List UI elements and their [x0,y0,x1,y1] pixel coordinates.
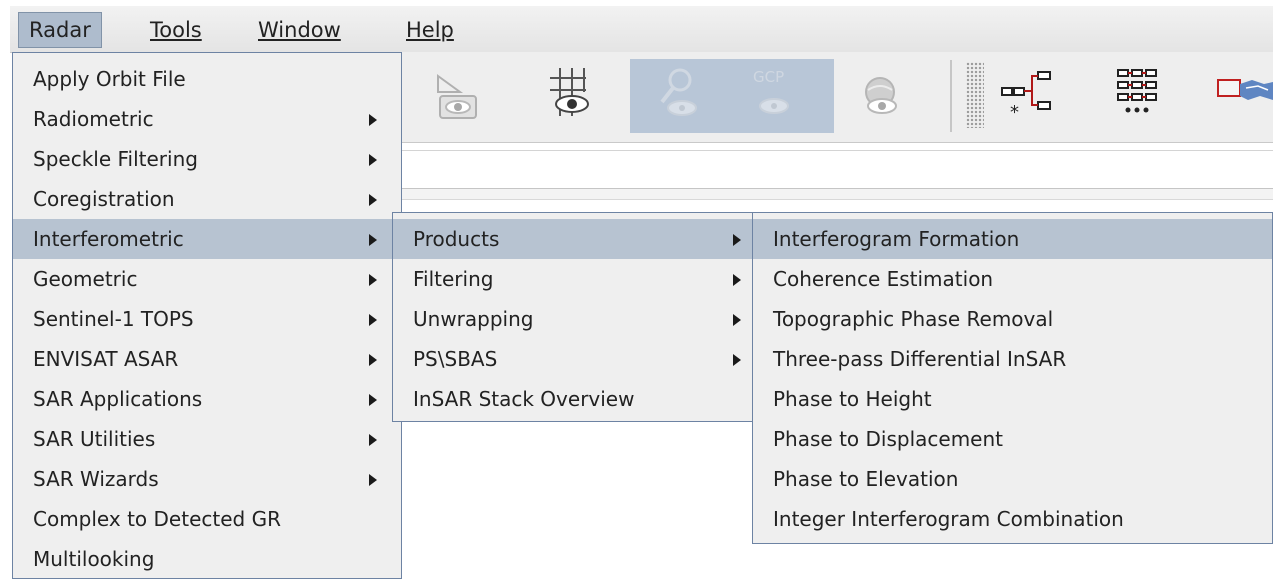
panel-divider [400,150,1273,151]
menu-bar: Radar Tools Window Help [10,6,1273,53]
menu-item-label: Phase to Elevation [773,467,959,491]
window-left-edge [0,0,10,581]
menu-item-multilooking[interactable]: Multilooking [13,539,401,579]
menu-item-label: SAR Utilities [33,427,156,451]
gcp-eye-icon[interactable]: GCP [740,62,804,126]
graticule-eye-icon[interactable] [538,62,602,126]
globe-eye-icon[interactable] [850,62,914,126]
menu-item-label: SAR Applications [33,387,203,411]
menu-item-sar-wizards[interactable]: SAR Wizards [13,459,401,499]
menu-item-label: Radiometric [33,107,154,131]
toolbar: GCP * [400,52,1273,143]
menu-item-label: Phase to Height [773,387,932,411]
submenu-arrow-icon [733,354,741,366]
menu-item-label: Coherence Estimation [773,267,994,291]
submenu-arrow-icon [733,314,741,326]
menu-help[interactable]: Help [396,12,464,48]
menu-item-sar-utilities[interactable]: SAR Utilities [13,419,401,459]
menu-item-label: Integer Interferogram Combination [773,507,1124,531]
menu-item-coregistration[interactable]: Coregistration [13,179,401,219]
menu-tools[interactable]: Tools [140,12,212,48]
menu-item-label: Complex to Detected GR [33,507,281,531]
menu-item-label: Filtering [413,267,494,291]
svg-text:*: * [1010,102,1019,123]
menu-item-phase-to-elevation[interactable]: Phase to Elevation [753,459,1272,499]
submenu-arrow-icon [369,154,377,166]
menu-item-speckle-filtering[interactable]: Speckle Filtering [13,139,401,179]
menu-item-label: Interferogram Formation [773,227,1020,251]
submenu-arrow-icon [369,394,377,406]
menu-item-label: Topographic Phase Removal [773,307,1054,331]
menu-item-label: Geometric [33,267,138,291]
menu-item-unwrapping[interactable]: Unwrapping [393,299,753,339]
menu-item-radiometric[interactable]: Radiometric [13,99,401,139]
menu-help-label: Help [406,18,454,42]
menu-item-label: Phase to Displacement [773,427,1003,451]
menu-item-label: PS\SBAS [413,347,498,371]
menu-item-interferogram-formation[interactable]: Interferogram Formation [753,219,1272,259]
toolbar-grip[interactable] [966,62,984,128]
menu-item-topographic-phase-removal[interactable]: Topographic Phase Removal [753,299,1272,339]
submenu-arrow-icon [369,354,377,366]
menu-item-label: Products [413,227,500,251]
submenu-arrow-icon [369,474,377,486]
menu-item-label: Speckle Filtering [33,147,198,171]
world-map-icon[interactable] [1212,62,1273,126]
menu-item-ps-sbas[interactable]: PS\SBAS [393,339,753,379]
menu-item-filtering[interactable]: Filtering [393,259,753,299]
panel-strip [400,188,1273,200]
submenu-arrow-icon [369,234,377,246]
menu-item-label: ENVISAT ASAR [33,347,179,371]
menu-item-label: Sentinel-1 TOPS [33,307,194,331]
gcp-icon-text: GCP [753,68,785,86]
batch-processing-icon[interactable] [1106,62,1170,126]
submenu-arrow-icon [369,434,377,446]
menu-item-label: Apply Orbit File [33,67,186,91]
interferometric-submenu: Products Filtering Unwrapping PS\SBAS In… [392,212,754,422]
menu-item-coherence-estimation[interactable]: Coherence Estimation [753,259,1272,299]
submenu-arrow-icon [369,114,377,126]
menu-radar-label: Radar [29,18,91,42]
submenu-arrow-icon [733,274,741,286]
magnifier-eye-icon[interactable] [646,62,710,126]
menu-item-sentinel-1-tops[interactable]: Sentinel-1 TOPS [13,299,401,339]
menu-item-envisat-asar[interactable]: ENVISAT ASAR [13,339,401,379]
menu-item-label: Coregistration [33,187,175,211]
menu-item-insar-stack-overview[interactable]: InSAR Stack Overview [393,379,753,419]
menu-window-label: Window [258,18,341,42]
menu-item-apply-orbit-file[interactable]: Apply Orbit File [13,59,401,99]
menu-item-three-pass-differential-insar[interactable]: Three-pass Differential InSAR [753,339,1272,379]
menu-item-geometric[interactable]: Geometric [13,259,401,299]
menu-item-integer-interferogram-combination[interactable]: Integer Interferogram Combination [753,499,1272,539]
menu-item-label: Multilooking [33,547,155,571]
submenu-arrow-icon [369,194,377,206]
eye-camera-icon[interactable] [426,62,490,126]
menu-item-sar-applications[interactable]: SAR Applications [13,379,401,419]
submenu-arrow-icon [369,314,377,326]
menu-item-label: InSAR Stack Overview [413,387,635,411]
submenu-arrow-icon [733,234,741,246]
menu-item-phase-to-displacement[interactable]: Phase to Displacement [753,419,1272,459]
menu-item-label: Interferometric [33,227,184,251]
menu-item-phase-to-height[interactable]: Phase to Height [753,379,1272,419]
menu-tools-label: Tools [150,18,202,42]
radar-menu: Apply Orbit File Radiometric Speckle Fil… [12,52,402,579]
menu-item-interferometric[interactable]: Interferometric [13,219,401,259]
menu-item-label: SAR Wizards [33,467,159,491]
menu-item-complex-to-detected-gr[interactable]: Complex to Detected GR [13,499,401,539]
products-submenu: Interferogram Formation Coherence Estima… [752,212,1273,544]
toolbar-separator [950,60,952,132]
menu-item-products[interactable]: Products [393,219,753,259]
submenu-arrow-icon [369,274,377,286]
menu-item-label: Unwrapping [413,307,534,331]
menu-item-label: Three-pass Differential InSAR [773,347,1067,371]
menu-window[interactable]: Window [248,12,351,48]
menu-radar[interactable]: Radar [18,12,102,48]
graph-builder-icon[interactable]: * [996,62,1060,126]
